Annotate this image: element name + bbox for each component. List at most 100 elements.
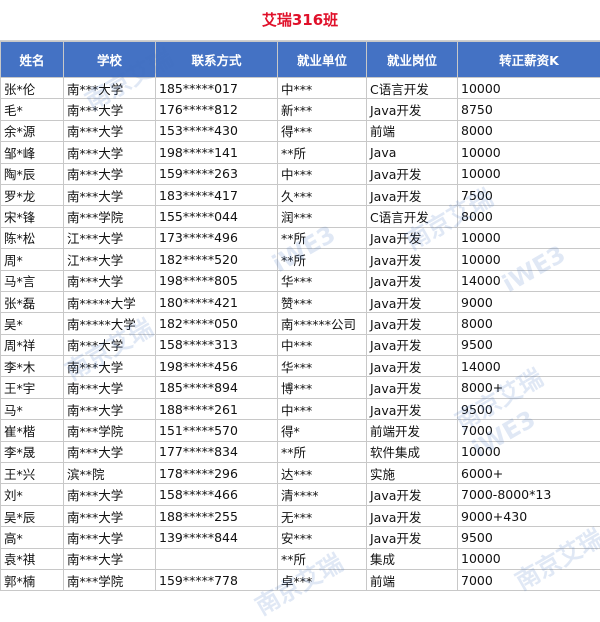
cell-salary: 8000+ [458,377,600,398]
cell-name: 宋*锋 [1,206,64,227]
cell-employer: **所 [278,441,367,462]
cell-name: 陶*辰 [1,163,64,184]
cell-school: 南***大学 [64,120,156,141]
cell-salary: 6000+ [458,463,600,484]
cell-school: 南***大学 [64,398,156,419]
cell-contact: 188*****255 [156,505,278,526]
cell-salary: 10000 [458,227,600,248]
cell-position: Java开发 [367,291,458,312]
header-row: 姓名学校联系方式就业单位就业岗位转正薪资K [1,42,600,78]
cell-employer: 安*** [278,527,367,548]
cell-contact: 185*****894 [156,377,278,398]
cell-contact: 176*****812 [156,99,278,120]
cell-salary: 14000 [458,356,600,377]
cell-employer: 赞*** [278,291,367,312]
cell-contact: 198*****141 [156,142,278,163]
table-row: 余*源南***大学153*****430得***前端8000 [1,120,600,141]
table-row: 吴*南*****大学182*****050南******公司Java开发8000 [1,313,600,334]
cell-contact: 198*****456 [156,356,278,377]
cell-salary: 8750 [458,99,600,120]
cell-school: 南***大学 [64,484,156,505]
cell-name: 王*兴 [1,463,64,484]
column-header: 就业岗位 [367,42,458,78]
cell-name: 李*木 [1,356,64,377]
cell-school: 南***大学 [64,270,156,291]
table-row: 宋*锋南***学院155*****044润***C语言开发8000 [1,206,600,227]
cell-position: Java开发 [367,184,458,205]
cell-school: 南***大学 [64,356,156,377]
cell-contact: 173*****496 [156,227,278,248]
cell-salary: 10000 [458,249,600,270]
table-body: 张*伦南***大学185*****017中***C语言开发10000毛*南***… [1,78,600,591]
table-row: 毛*南***大学176*****812新***Java开发8750 [1,99,600,120]
column-header: 姓名 [1,42,64,78]
cell-salary: 14000 [458,270,600,291]
table-row: 张*磊南*****大学180*****421赞***Java开发9000 [1,291,600,312]
cell-position: C语言开发 [367,78,458,99]
table-row: 罗*龙南***大学183*****417久***Java开发7500 [1,184,600,205]
cell-position: 软件集成 [367,441,458,462]
cell-employer: 新*** [278,99,367,120]
cell-employer: 得*** [278,120,367,141]
cell-school: 南*****大学 [64,291,156,312]
cell-contact: 159*****778 [156,569,278,590]
cell-salary: 8000 [458,120,600,141]
cell-name: 李*晟 [1,441,64,462]
cell-contact: 180*****421 [156,291,278,312]
cell-position: Java开发 [367,398,458,419]
cell-school: 南***学院 [64,420,156,441]
cell-salary: 10000 [458,548,600,569]
cell-position: 实施 [367,463,458,484]
table-row: 高*南***大学139*****844安***Java开发9500 [1,527,600,548]
table-row: 陶*辰南***大学159*****263中***Java开发10000 [1,163,600,184]
cell-employer: 南******公司 [278,313,367,334]
cell-school: 南***大学 [64,441,156,462]
cell-name: 刘* [1,484,64,505]
column-header: 就业单位 [278,42,367,78]
cell-salary: 10000 [458,441,600,462]
cell-employer: 华*** [278,356,367,377]
cell-school: 南***大学 [64,163,156,184]
table-row: 郭*楠南***学院159*****778卓***前端7000 [1,569,600,590]
cell-school: 滨**院 [64,463,156,484]
table-row: 袁*祺南***大学**所集成10000 [1,548,600,569]
column-header: 联系方式 [156,42,278,78]
cell-salary: 7000 [458,569,600,590]
table-row: 周*江***大学182*****520**所Java开发10000 [1,249,600,270]
cell-name: 袁*祺 [1,548,64,569]
table-row: 刘*南***大学158*****466清****Java开发7000-8000*… [1,484,600,505]
cell-school: 南***学院 [64,206,156,227]
cell-school: 南***大学 [64,548,156,569]
cell-salary: 10000 [458,163,600,184]
cell-name: 高* [1,527,64,548]
cell-name: 张*伦 [1,78,64,99]
cell-employer: 无*** [278,505,367,526]
cell-name: 崔*楷 [1,420,64,441]
cell-position: 集成 [367,548,458,569]
employment-table: 姓名学校联系方式就业单位就业岗位转正薪资K 张*伦南***大学185*****0… [0,41,600,591]
cell-position: 前端 [367,569,458,590]
cell-contact: 182*****050 [156,313,278,334]
cell-salary: 7000 [458,420,600,441]
cell-school: 江***大学 [64,249,156,270]
cell-school: 南***大学 [64,184,156,205]
table-row: 邹*峰南***大学198*****141**所Java10000 [1,142,600,163]
table-row: 王*兴滨**院178*****296达***实施6000+ [1,463,600,484]
cell-name: 余*源 [1,120,64,141]
cell-name: 马*言 [1,270,64,291]
cell-contact: 183*****417 [156,184,278,205]
cell-school: 南***大学 [64,377,156,398]
cell-employer: 华*** [278,270,367,291]
cell-salary: 10000 [458,142,600,163]
cell-name: 吴* [1,313,64,334]
cell-salary: 7500 [458,184,600,205]
table-row: 陈*松江***大学173*****496**所Java开发10000 [1,227,600,248]
cell-contact: 155*****044 [156,206,278,227]
cell-position: Java开发 [367,356,458,377]
cell-position: Java开发 [367,227,458,248]
cell-school: 南***大学 [64,142,156,163]
cell-position: Java开发 [367,527,458,548]
cell-contact: 177*****834 [156,441,278,462]
cell-salary: 9000+430 [458,505,600,526]
cell-employer: **所 [278,142,367,163]
